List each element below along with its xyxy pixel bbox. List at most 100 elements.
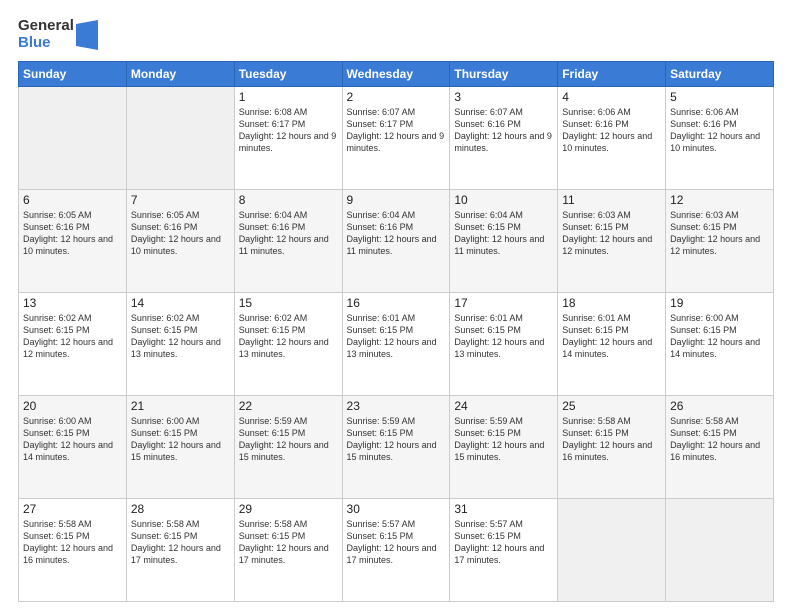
calendar-cell [558,499,666,602]
day-info: Sunrise: 5:58 AM Sunset: 6:15 PM Dayligh… [562,415,661,464]
calendar-cell: 31 Sunrise: 5:57 AM Sunset: 6:15 PM Dayli… [450,499,558,602]
calendar-cell: 30 Sunrise: 5:57 AM Sunset: 6:15 PM Dayli… [342,499,450,602]
calendar-header-wednesday: Wednesday [342,62,450,87]
day-info: Sunrise: 5:57 AM Sunset: 6:15 PM Dayligh… [347,518,446,567]
calendar-cell: 24 Sunrise: 5:59 AM Sunset: 6:15 PM Dayli… [450,396,558,499]
day-number: 28 [131,502,230,516]
day-info: Sunrise: 6:07 AM Sunset: 6:16 PM Dayligh… [454,106,553,155]
day-info: Sunrise: 6:08 AM Sunset: 6:17 PM Dayligh… [239,106,338,155]
day-info: Sunrise: 6:05 AM Sunset: 6:16 PM Dayligh… [23,209,122,258]
logo-triangle-icon [76,20,98,50]
calendar-cell: 20 Sunrise: 6:00 AM Sunset: 6:15 PM Dayli… [19,396,127,499]
logo: General Blue [18,18,98,51]
calendar-cell: 29 Sunrise: 5:58 AM Sunset: 6:15 PM Dayli… [234,499,342,602]
day-number: 3 [454,90,553,104]
calendar-cell: 4 Sunrise: 6:06 AM Sunset: 6:16 PM Daylig… [558,87,666,190]
calendar-cell: 14Sunrise: 6:02 AM Sunset: 6:15 PM Dayli… [126,293,234,396]
logo-container: General Blue [18,18,98,51]
calendar-cell: 7 Sunrise: 6:05 AM Sunset: 6:16 PM Daylig… [126,190,234,293]
calendar-cell: 27Sunrise: 5:58 AM Sunset: 6:15 PM Dayli… [19,499,127,602]
calendar-cell: 5 Sunrise: 6:06 AM Sunset: 6:16 PM Daylig… [666,87,774,190]
calendar-week-row: 13 Sunrise: 6:02 AM Sunset: 6:15 PM Dayli… [19,293,774,396]
day-info: Sunrise: 6:04 AM Sunset: 6:16 PM Dayligh… [347,209,446,258]
calendar-header-saturday: Saturday [666,62,774,87]
day-info: Sunrise: 5:59 AM Sunset: 6:15 PM Dayligh… [347,415,446,464]
calendar-cell: 1 Sunrise: 6:08 AM Sunset: 6:17 PM Daylig… [234,87,342,190]
day-info: Sunrise: 5:57 AM Sunset: 6:15 PM Dayligh… [454,518,553,567]
calendar-cell: 2 Sunrise: 6:07 AM Sunset: 6:17 PM Daylig… [342,87,450,190]
day-info: Sunrise: 6:05 AM Sunset: 6:16 PM Dayligh… [131,209,230,258]
day-number: 30 [347,502,446,516]
calendar-cell: 8 Sunrise: 6:04 AM Sunset: 6:16 PM Daylig… [234,190,342,293]
page: General Blue SundayMondayTuesdayWednesda… [0,0,792,612]
calendar-cell: 21 Sunrise: 6:00 AM Sunset: 6:15 PM Dayli… [126,396,234,499]
calendar-header-row: SundayMondayTuesdayWednesdayThursdayFrid… [19,62,774,87]
calendar-cell: 23 Sunrise: 5:59 AM Sunset: 6:15 PM Dayli… [342,396,450,499]
calendar-cell: 15Sunrise: 6:02 AM Sunset: 6:15 PM Dayli… [234,293,342,396]
day-number: 18 [562,296,661,310]
day-info: Sunrise: 5:58 AM Sunset: 6:15 PM Dayligh… [239,518,338,567]
day-info: Sunrise: 6:02 AM Sunset: 6:15 PM Dayligh… [239,312,338,361]
day-number: 25 [562,399,661,413]
day-info: Sunrise: 6:00 AM Sunset: 6:15 PM Dayligh… [131,415,230,464]
day-info: Sunrise: 6:03 AM Sunset: 6:15 PM Dayligh… [562,209,661,258]
header: General Blue [18,18,774,51]
day-info: Sunrise: 5:58 AM Sunset: 6:15 PM Dayligh… [131,518,230,567]
calendar-cell [126,87,234,190]
day-number: 8 [239,193,338,207]
day-info: Sunrise: 6:06 AM Sunset: 6:16 PM Dayligh… [670,106,769,155]
day-info: Sunrise: 6:06 AM Sunset: 6:16 PM Dayligh… [562,106,661,155]
calendar-header-friday: Friday [558,62,666,87]
calendar-week-row: 27 Sunrise: 5:58 AM Sunset: 6:15 PM Dayli… [19,499,774,602]
day-number: 21 [131,399,230,413]
day-number: 9 [347,193,446,207]
day-number: 6 [23,193,122,207]
day-info: Sunrise: 5:58 AM Sunset: 6:15 PM Dayligh… [670,415,769,464]
day-info: Sunrise: 5:59 AM Sunset: 6:15 PM Dayligh… [454,415,553,464]
day-info: Sunrise: 6:02 AM Sunset: 6:15 PM Dayligh… [23,312,122,361]
calendar-cell: 13 Sunrise: 6:02 AM Sunset: 6:15 PM Dayli… [19,293,127,396]
calendar-cell: 28 Sunrise: 5:58 AM Sunset: 6:15 PM Dayli… [126,499,234,602]
day-number: 24 [454,399,553,413]
day-number: 14 [131,296,230,310]
calendar-cell [666,499,774,602]
day-number: 22 [239,399,338,413]
day-number: 5 [670,90,769,104]
calendar-header-tuesday: Tuesday [234,62,342,87]
day-number: 29 [239,502,338,516]
day-number: 11 [562,193,661,207]
day-number: 17 [454,296,553,310]
day-info: Sunrise: 6:01 AM Sunset: 6:15 PM Dayligh… [347,312,446,361]
day-number: 26 [670,399,769,413]
day-number: 23 [347,399,446,413]
day-number: 20 [23,399,122,413]
day-info: Sunrise: 6:04 AM Sunset: 6:15 PM Dayligh… [454,209,553,258]
logo-text: General Blue [18,18,74,51]
calendar-cell: 26 Sunrise: 5:58 AM Sunset: 6:15 PM Dayli… [666,396,774,499]
calendar-cell: 11 Sunrise: 6:03 AM Sunset: 6:15 PM Dayli… [558,190,666,293]
day-info: Sunrise: 6:01 AM Sunset: 6:15 PM Dayligh… [454,312,553,361]
calendar-cell: 10 Sunrise: 6:04 AM Sunset: 6:15 PM Dayli… [450,190,558,293]
day-number: 2 [347,90,446,104]
calendar-header-sunday: Sunday [19,62,127,87]
calendar-cell: 3 Sunrise: 6:07 AM Sunset: 6:16 PM Daylig… [450,87,558,190]
day-info: Sunrise: 6:04 AM Sunset: 6:16 PM Dayligh… [239,209,338,258]
calendar-cell: 17 Sunrise: 6:01 AM Sunset: 6:15 PM Dayli… [450,293,558,396]
calendar-cell: 25 Sunrise: 5:58 AM Sunset: 6:15 PM Dayli… [558,396,666,499]
day-number: 16 [347,296,446,310]
calendar-cell: 19Sunrise: 6:00 AM Sunset: 6:15 PM Dayli… [666,293,774,396]
day-number: 10 [454,193,553,207]
day-number: 12 [670,193,769,207]
day-number: 1 [239,90,338,104]
day-info: Sunrise: 6:01 AM Sunset: 6:15 PM Dayligh… [562,312,661,361]
calendar-header-monday: Monday [126,62,234,87]
day-number: 19 [670,296,769,310]
day-number: 27 [23,502,122,516]
day-info: Sunrise: 6:07 AM Sunset: 6:17 PM Dayligh… [347,106,446,155]
day-number: 31 [454,502,553,516]
day-info: Sunrise: 6:00 AM Sunset: 6:15 PM Dayligh… [23,415,122,464]
day-number: 7 [131,193,230,207]
day-number: 13 [23,296,122,310]
day-number: 4 [562,90,661,104]
calendar-week-row: 6 Sunrise: 6:05 AM Sunset: 6:16 PM Daylig… [19,190,774,293]
